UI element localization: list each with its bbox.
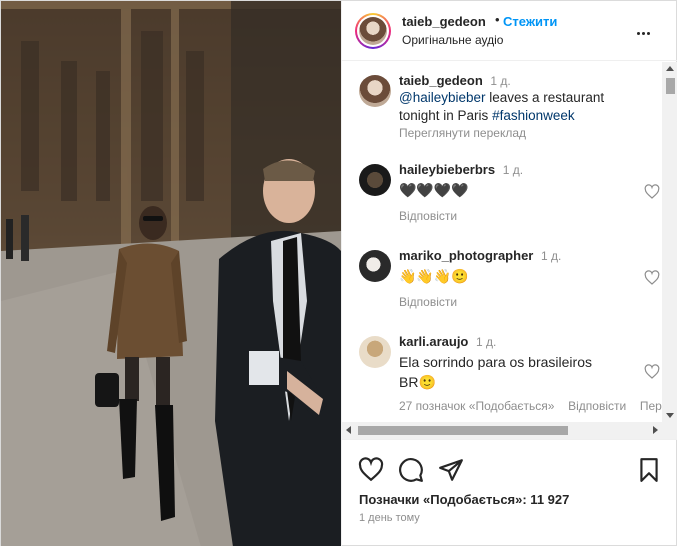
comment-username[interactable]: karli.araujo <box>399 334 468 349</box>
comment-more-link[interactable]: Пер <box>640 399 662 413</box>
comment-text-2: BR🙂 <box>399 374 436 390</box>
commenter-avatar[interactable] <box>359 164 391 196</box>
caption-text: @haileybieber leaves a restaurant tonigh… <box>399 89 649 125</box>
follow-button[interactable]: Стежити <box>503 14 557 29</box>
commenter-avatar[interactable] <box>359 250 391 282</box>
commenter-avatar[interactable] <box>359 336 391 368</box>
comment-time: 1 д. <box>502 163 524 177</box>
bookmark-icon[interactable] <box>636 457 662 483</box>
scroll-right-arrow-icon[interactable] <box>653 426 658 434</box>
comments-list: taieb_gedeon 1 д. @haileybieber leaves a… <box>342 62 662 422</box>
comment-username[interactable]: haileybieberbrs <box>399 162 495 177</box>
caption-avatar[interactable] <box>359 75 391 107</box>
audio-label[interactable]: Оригінальне аудіо <box>402 33 503 47</box>
post-timestamp[interactable]: 1 день тому <box>359 512 420 524</box>
see-translation-link[interactable]: Переглянути переклад <box>399 126 649 140</box>
caption-hashtag[interactable]: #fashionweek <box>492 108 575 123</box>
caption-username[interactable]: taieb_gedeon <box>399 73 483 88</box>
instagram-post-modal: taieb_gedeon • Стежити Оригінальне аудіо… <box>0 0 677 546</box>
comment-time: 1 д. <box>476 335 497 349</box>
caption-mention[interactable]: @haileybieber <box>399 90 486 105</box>
scrollbar-corner <box>662 422 677 439</box>
more-horizontal-icon[interactable] <box>637 23 657 37</box>
caption-time: 1 д. <box>490 74 511 88</box>
comment-username[interactable]: mariko_photographer <box>399 248 533 263</box>
post-header: taieb_gedeon • Стежити Оригінальне аудіо <box>342 1 677 61</box>
comment-time: 1 д. <box>540 249 562 263</box>
comment-text-1: Ela sorrindo para os brasileiros <box>399 354 592 370</box>
caption-text-1: leaves a restaurant <box>485 90 605 105</box>
reply-button[interactable]: Відповісти <box>399 295 649 309</box>
comment-icon[interactable] <box>398 457 424 483</box>
likes-count[interactable]: Позначки «Подобається»: 11 927 <box>359 492 569 507</box>
comment-text: 👋👋👋🙂 <box>399 268 469 284</box>
comment-item: mariko_photographer 1 д. 👋👋👋🙂 Відповісти <box>342 248 662 328</box>
author-username[interactable]: taieb_gedeon <box>402 14 486 29</box>
scroll-left-arrow-icon[interactable] <box>346 426 351 434</box>
comments-horizontal-scrollbar[interactable] <box>342 422 662 439</box>
comment-item: haileybieberbrs 1 д. 🖤🖤🖤🖤 Відповісти <box>342 162 662 242</box>
heart-icon[interactable] <box>358 457 384 483</box>
comment-likes-count[interactable]: 27 позначок «Подобається» <box>399 399 554 413</box>
comments-vertical-scrollbar[interactable] <box>662 62 677 422</box>
post-actions: Позначки «Подобається»: 11 927 1 день то… <box>342 439 677 546</box>
comment-like-heart-icon[interactable] <box>644 364 660 380</box>
comment-text: Ela sorrindo para os brasileiros BR🙂 <box>399 352 662 392</box>
scrollbar-thumb[interactable] <box>358 426 568 435</box>
reply-button[interactable]: Відповісти <box>399 209 649 223</box>
scrollbar-thumb[interactable] <box>666 78 675 94</box>
post-photo[interactable] <box>1 1 341 546</box>
photo-scene <box>1 1 341 546</box>
share-icon[interactable] <box>438 457 464 483</box>
reply-button[interactable]: Відповісти <box>568 399 626 413</box>
comment-text: 🖤🖤🖤🖤 <box>399 182 469 198</box>
caption-text-2: tonight in Paris <box>399 108 493 123</box>
comment-like-heart-icon[interactable] <box>644 184 660 200</box>
post-caption: taieb_gedeon 1 д. @haileybieber leaves a… <box>342 73 662 153</box>
scroll-up-arrow-icon[interactable] <box>666 66 674 71</box>
comment-item: karli.araujo 1 д. Ela sorrindo para os b… <box>342 334 662 422</box>
header-separator: • <box>495 12 500 27</box>
comment-like-heart-icon[interactable] <box>644 270 660 286</box>
author-avatar[interactable] <box>355 13 391 49</box>
post-side-panel: taieb_gedeon • Стежити Оригінальне аудіо… <box>341 1 677 546</box>
scroll-down-arrow-icon[interactable] <box>666 413 674 418</box>
